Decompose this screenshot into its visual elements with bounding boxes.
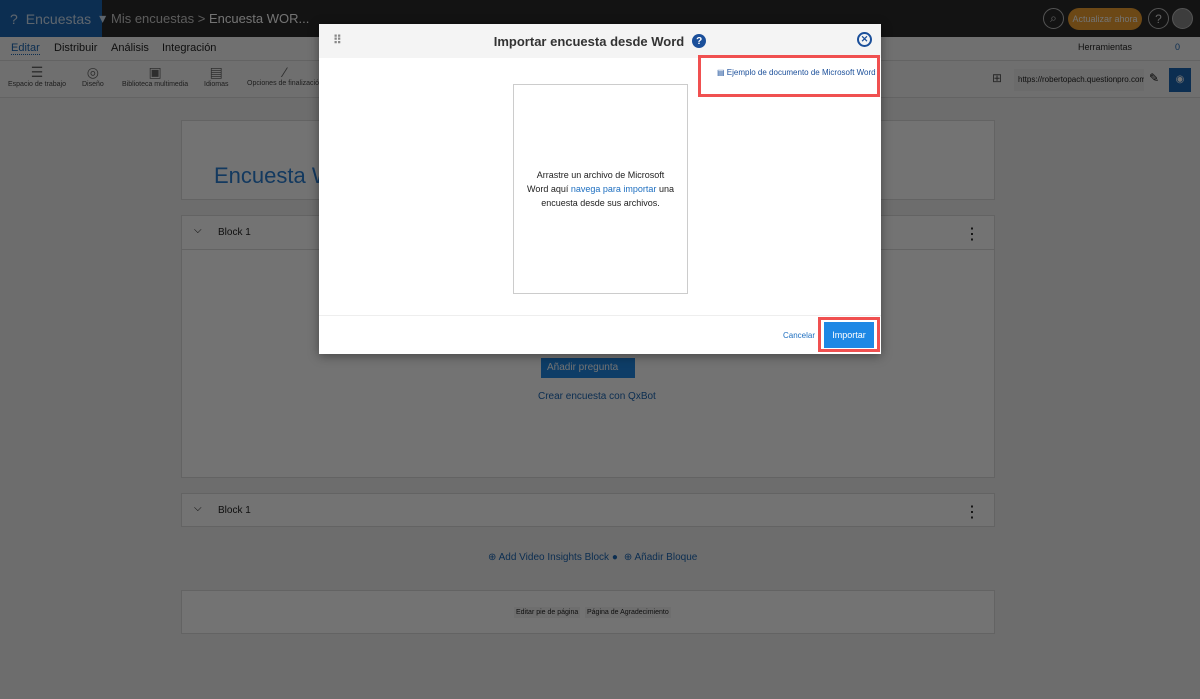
tab-analisis[interactable]: Análisis [111,42,149,54]
tool-label: Espacio de trabajo [8,81,66,88]
footer-card: Editar pie de página Página de Agradecim… [181,590,995,634]
collapse-icon[interactable]: ⌵ [194,225,202,236]
tool-label: Diseño [82,81,104,88]
qr-icon[interactable]: ⊞ [992,71,1002,85]
help-icon[interactable]: ? [692,34,707,48]
add-block-label: Añadir Bloque [634,552,698,563]
tool-workspace[interactable]: ☰ Espacio de trabajo [8,64,66,88]
dialog-footer-divider [319,315,881,316]
kebab-icon[interactable]: ⋮ [964,502,980,522]
file-drop-zone[interactable]: Arrastre un archivo de Microsoft Word aq… [513,84,688,294]
image-icon: ▣ [148,64,162,80]
search-icon[interactable]: ⌕ [1043,8,1064,29]
dialog-header: ⠿ Importar encuesta desde Word ? ✕ [319,24,881,58]
block-card-2: ⌵ Block 1 ⋮ [181,493,995,527]
add-block-link[interactable]: ⊕ Añadir Bloque [624,552,697,563]
logo-icon: ? [10,10,18,27]
tool-media[interactable]: ▣ Biblioteca multimedia [122,64,188,88]
breadcrumb-current: Encuesta WOR... [208,11,310,26]
add-links: ⊕ Add Video Insights Block ● ⊕ Añadir Bl… [488,552,697,563]
sample-link-label: Ejemplo de documento de Microsoft Word [726,68,876,77]
collaborator-count[interactable]: 0 [1175,42,1180,52]
avatar[interactable] [1172,8,1193,29]
wand-icon: ⁄ [283,64,287,80]
tool-label: Opciones de finalización [247,80,323,87]
tool-label: Biblioteca multimedia [122,81,189,88]
block-title: Block 1 [218,505,251,516]
palette-icon: ◎ [86,64,99,80]
product-name: Encuestas [25,10,92,27]
tab-distribuir[interactable]: Distribuir [54,42,97,54]
upgrade-button[interactable]: Actualizar ahora [1068,8,1142,30]
tools-menu[interactable]: Herramientas [1078,42,1132,52]
add-question-button[interactable]: Añadir pregunta [541,358,635,378]
cancel-button[interactable]: Cancelar [783,331,815,340]
breadcrumb: Mis encuestas > Encuesta WOR... [111,11,309,26]
survey-url-field[interactable]: https://robertopach.questionpro.com [1014,69,1144,91]
preview-button[interactable]: ◉ [1169,68,1191,92]
drag-handle-icon[interactable]: ⠿ [333,33,342,47]
browse-link[interactable]: navega para importar [571,184,657,194]
add-video-label: Add Video Insights Block [498,552,610,563]
qxbot-link[interactable]: Crear encuesta con QxBot [538,391,656,402]
add-video-block-link[interactable]: ⊕ Add Video Insights Block ● [488,552,618,563]
document-icon: ▤ [717,68,725,77]
edit-footer-button[interactable]: Editar pie de página [514,607,581,618]
breadcrumb-sep: > [197,11,206,26]
tool-label: Idiomas [204,81,229,88]
dialog-title: Importar encuesta desde Word [493,33,685,49]
help-icon[interactable]: ? [1148,8,1169,29]
block-title: Block 1 [218,227,251,238]
import-button[interactable]: Importar [824,322,874,348]
tool-finish-options[interactable]: ⁄ Opciones de finalización [247,64,323,87]
caret-down-icon: ▾ [99,10,107,26]
tab-integracion[interactable]: Integración [162,42,216,54]
language-icon: ▤ [209,64,223,80]
sample-document-link[interactable]: ▤ Ejemplo de documento de Microsoft Word [717,68,876,77]
product-switcher[interactable]: ? Encuestas ▾ [0,0,106,37]
tool-design[interactable]: ◎ Diseño [82,64,104,88]
collapse-icon[interactable]: ⌵ [194,503,202,514]
thanks-page-button[interactable]: Página de Agradecimiento [585,607,671,618]
import-word-dialog: ⠿ Importar encuesta desde Word ? ✕ ▤ Eje… [319,24,881,354]
kebab-icon[interactable]: ⋮ [964,224,980,244]
edit-pencil-icon[interactable]: ✎ [1149,71,1159,85]
list-icon: ☰ [30,64,44,80]
tool-languages[interactable]: ▤ Idiomas [204,64,229,88]
tab-editar[interactable]: Editar [11,42,40,55]
breadcrumb-root[interactable]: Mis encuestas [111,11,194,26]
close-icon[interactable]: ✕ [857,32,872,47]
